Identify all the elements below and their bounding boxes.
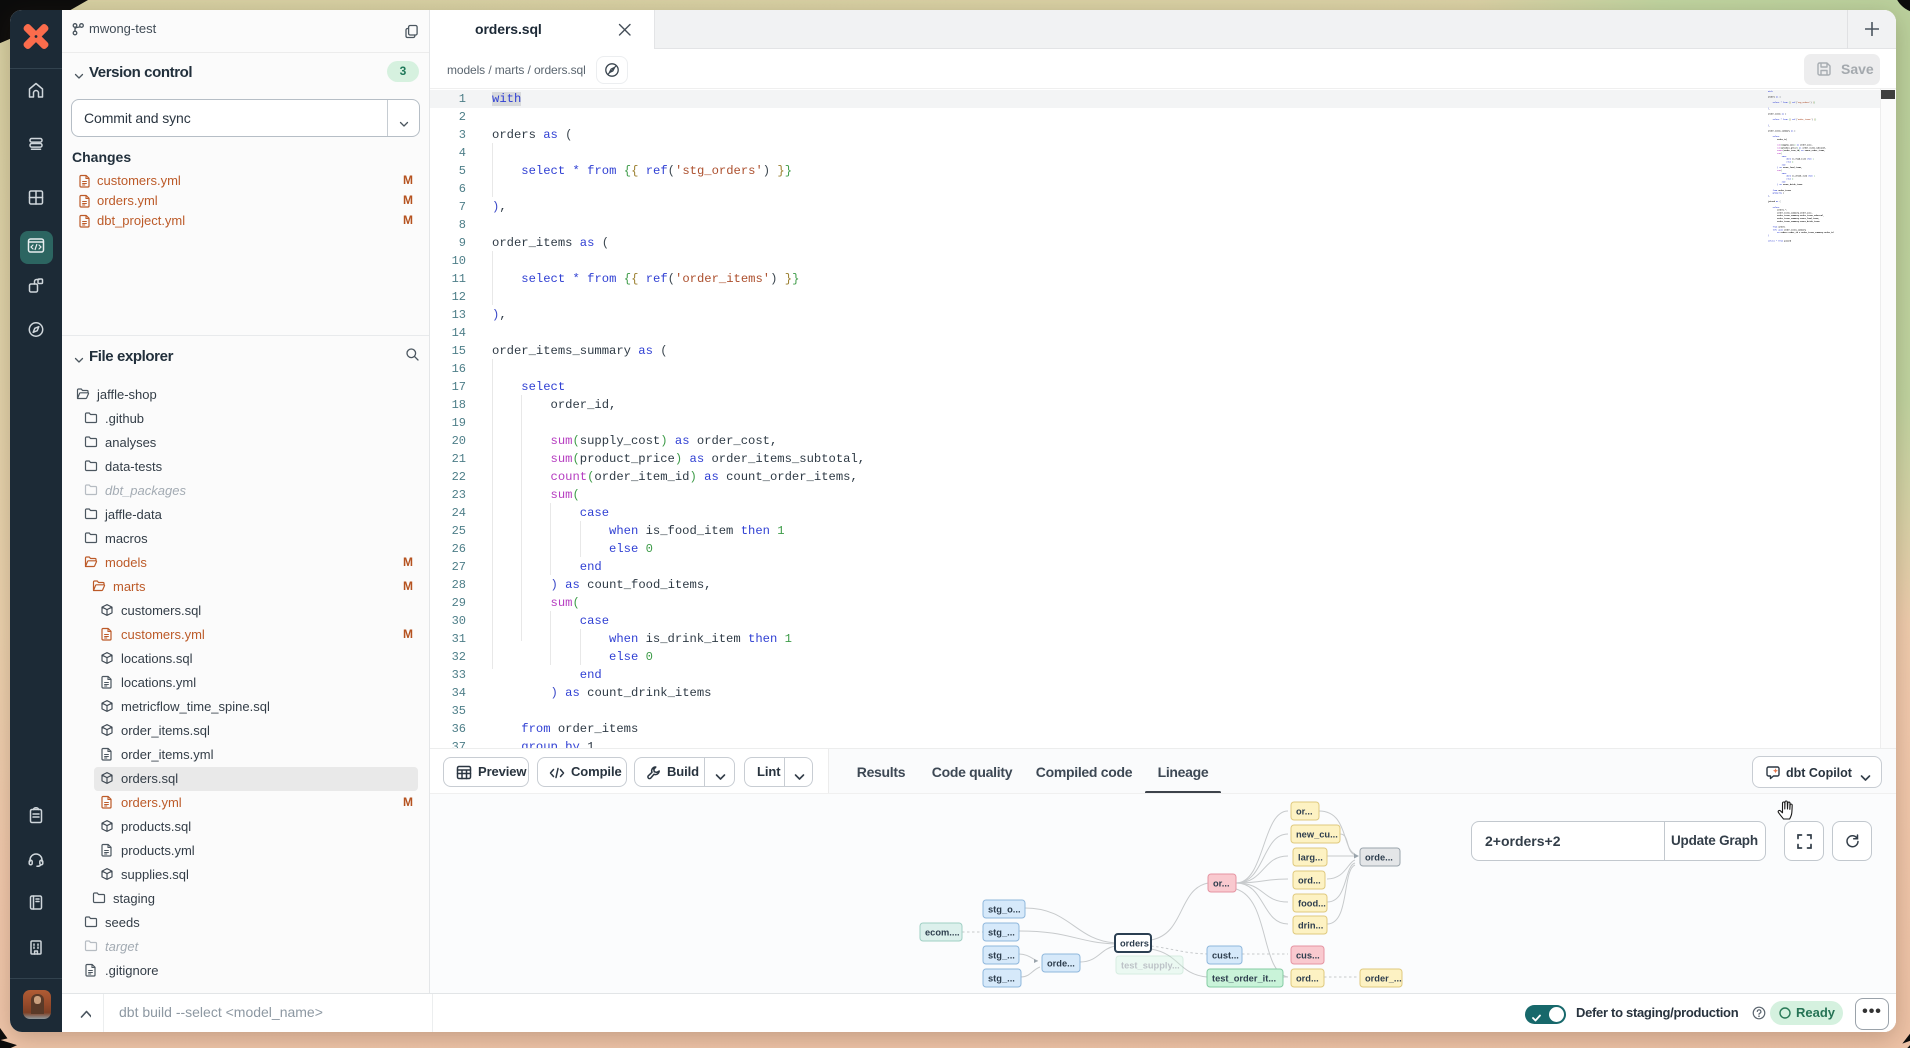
svg-text:test_order_it...: test_order_it... xyxy=(1212,974,1276,984)
svg-text:drin...: drin... xyxy=(1298,921,1323,931)
svg-text:orders: orders xyxy=(1120,939,1149,949)
svg-text:stg_...: stg_... xyxy=(988,951,1015,961)
svg-text:cust...: cust... xyxy=(1212,951,1239,961)
svg-text:orde...: orde... xyxy=(1365,853,1393,863)
svg-text:test_supply...: test_supply... xyxy=(1121,961,1180,971)
svg-text:or...: or... xyxy=(1213,879,1230,889)
svg-text:larg...: larg... xyxy=(1298,853,1323,863)
svg-text:food...: food... xyxy=(1298,899,1326,909)
svg-text:new_cu...: new_cu... xyxy=(1296,830,1338,840)
svg-text:cus...: cus... xyxy=(1296,951,1320,961)
svg-text:orde...: orde... xyxy=(1047,959,1075,969)
svg-text:stg_...: stg_... xyxy=(988,928,1015,938)
svg-text:stg_...: stg_... xyxy=(988,974,1015,984)
svg-text:ord...: ord... xyxy=(1296,974,1319,984)
svg-text:or...: or... xyxy=(1296,807,1313,817)
svg-text:ecom....: ecom.... xyxy=(925,928,960,938)
svg-text:stg_o...: stg_o... xyxy=(988,905,1021,915)
svg-text:ord...: ord... xyxy=(1298,876,1321,886)
svg-text:order_...: order_... xyxy=(1365,974,1402,984)
